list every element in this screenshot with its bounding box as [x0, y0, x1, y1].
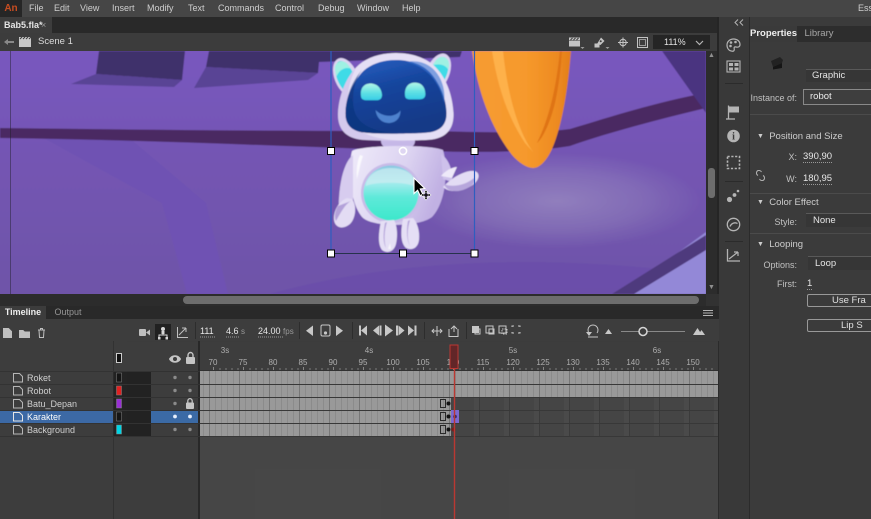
svg-text:111: 111 — [200, 326, 214, 336]
svg-text:3s: 3s — [221, 346, 229, 355]
svg-text:125: 125 — [536, 358, 550, 367]
svg-text:140: 140 — [626, 358, 640, 367]
svg-text:145: 145 — [656, 358, 670, 367]
svg-text:i: i — [732, 131, 735, 142]
svg-text:4.6 s: 4.6 s — [226, 326, 245, 336]
svg-text:80: 80 — [269, 358, 278, 367]
svg-text:100: 100 — [386, 358, 400, 367]
svg-text:130: 130 — [566, 358, 580, 367]
svg-text:6s: 6s — [653, 346, 661, 355]
svg-text:Background: Background — [27, 425, 75, 435]
svg-text:70: 70 — [209, 358, 218, 367]
svg-text:24.00 fps: 24.00 fps — [258, 326, 294, 336]
svg-text:120: 120 — [506, 358, 520, 367]
svg-text:135: 135 — [596, 358, 610, 367]
svg-text:Karakter: Karakter — [27, 412, 61, 422]
svg-text:150: 150 — [686, 358, 700, 367]
svg-text:85: 85 — [299, 358, 308, 367]
svg-text:5s: 5s — [509, 346, 517, 355]
svg-text:75: 75 — [239, 358, 248, 367]
svg-text:Batu_Depan: Batu_Depan — [27, 399, 77, 409]
svg-text:95: 95 — [359, 358, 368, 367]
svg-text:90: 90 — [329, 358, 338, 367]
svg-text:Robot: Robot — [27, 386, 52, 396]
svg-text:115: 115 — [477, 358, 490, 367]
svg-text:Roket: Roket — [27, 373, 51, 383]
svg-text:4s: 4s — [365, 346, 373, 355]
svg-text:105: 105 — [416, 358, 430, 367]
